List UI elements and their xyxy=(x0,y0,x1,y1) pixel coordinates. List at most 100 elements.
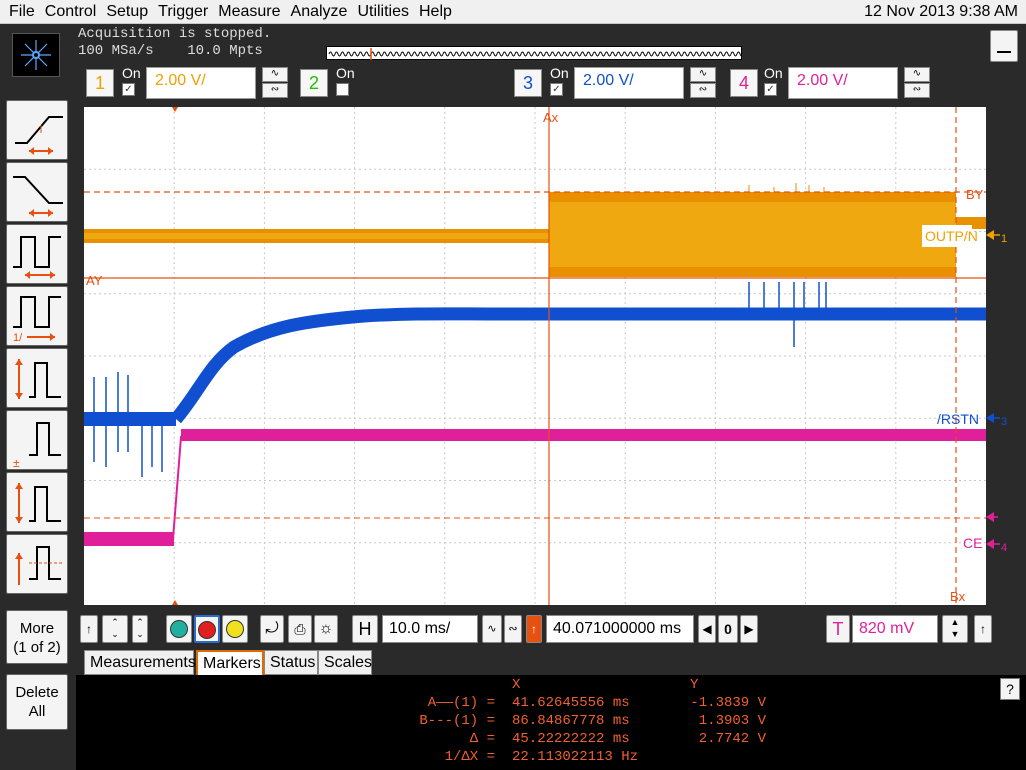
channel-1-checkbox[interactable]: ✓ xyxy=(122,83,135,96)
color-red-button[interactable] xyxy=(194,615,220,643)
marker-header-x: X xyxy=(512,677,521,693)
menu-utilities[interactable]: Utilities xyxy=(352,3,414,21)
marker-up-icon[interactable]: ↑ xyxy=(80,615,98,643)
fine-coarse-icon[interactable]: ∿ xyxy=(482,615,502,643)
channel-4-button[interactable]: 4 xyxy=(730,69,758,97)
top-measure-button[interactable]: ± xyxy=(6,410,68,470)
waveform-display[interactable]: Ax AY BY Bx OUTP/N /RSTN CE T xyxy=(84,107,986,605)
color-cyan-button[interactable] xyxy=(166,615,192,643)
ground-markers: 1 3 4 xyxy=(986,230,1007,554)
marker-row-a-y: -1.3839 V xyxy=(690,695,766,711)
channel-3-coupling[interactable]: ∿ ∾ xyxy=(690,67,718,99)
delay-right-button[interactable]: ▶ xyxy=(740,615,758,643)
more-measurements-button[interactable]: More (1 of 2) xyxy=(6,610,68,664)
channel-4-checkbox[interactable]: ✓ xyxy=(764,83,777,96)
marker-ay-label: AY xyxy=(86,273,103,288)
marker-row-b-y: 1.3903 V xyxy=(698,713,766,729)
channel-1-scale[interactable]: 2.00 V/ xyxy=(146,67,256,99)
marker-row-delta-label: Δ = xyxy=(469,731,495,747)
delay-left-button[interactable]: ◀ xyxy=(698,615,716,643)
coupling-dc-icon[interactable]: ∾ xyxy=(904,83,930,98)
fall-time-measure-button[interactable] xyxy=(6,162,68,222)
period-measure-button[interactable] xyxy=(6,224,68,284)
marker-updown-button[interactable]: ⌃ ⌄ xyxy=(102,615,128,643)
channel-3-button[interactable]: 3 xyxy=(514,69,542,97)
menu-measure[interactable]: Measure xyxy=(213,3,285,21)
marker-step-button[interactable]: ⌃ ⌄ xyxy=(132,615,148,643)
tab-scales[interactable]: Scales xyxy=(318,650,372,675)
menu-control[interactable]: Control xyxy=(40,3,102,21)
channel-1-on-label: On xyxy=(122,65,141,81)
marker-row-delta-y: 2.7742 V xyxy=(698,731,766,747)
svg-text:3: 3 xyxy=(1001,416,1007,428)
autoscale-icon[interactable]: ⤾ xyxy=(260,615,284,643)
coupling-dc-icon[interactable]: ∾ xyxy=(262,83,288,98)
channel-4-coupling[interactable]: ∿ ∾ xyxy=(904,67,932,99)
channel-3-ground-icon[interactable]: 3 xyxy=(986,413,1007,428)
channel-1-coupling[interactable]: ∿ ∾ xyxy=(262,67,290,99)
color-yellow-button[interactable] xyxy=(222,615,248,643)
marker-ax-label: Ax xyxy=(543,110,559,125)
logo-icon[interactable] xyxy=(12,33,60,77)
coupling-ac-icon[interactable]: ∿ xyxy=(904,67,930,82)
display-brightness-icon[interactable]: ☼ xyxy=(314,615,338,643)
trigger-level-icon[interactable] xyxy=(986,512,998,522)
channel-3-label: /RSTN xyxy=(937,411,979,427)
tab-markers[interactable]: Markers xyxy=(196,650,264,675)
channel-2-button[interactable]: 2 xyxy=(300,69,328,97)
delete-all-button[interactable]: Delete All xyxy=(6,674,68,730)
channel-4-scale[interactable]: 2.00 V/ xyxy=(788,67,898,99)
average-measure-button[interactable] xyxy=(6,534,68,594)
trigger-level-field[interactable]: 820 mV xyxy=(852,615,938,643)
tab-measurements[interactable]: Measurements xyxy=(84,650,196,675)
timebase-field[interactable]: 10.0 ms/ xyxy=(382,615,478,643)
menu-file[interactable]: File xyxy=(0,3,40,21)
channel-3-group: 3 On ✓ 2.00 V/ ∿ ∾ xyxy=(512,65,742,101)
channel-4-ground-icon[interactable]: 4 xyxy=(986,539,1007,554)
marker-bx-label: Bx xyxy=(950,589,966,604)
delay-field[interactable]: 40.071000000 ms xyxy=(546,615,694,643)
channel-2-checkbox[interactable] xyxy=(336,83,349,96)
channel-2-group: 2 On xyxy=(298,65,358,101)
svg-text:1: 1 xyxy=(1001,233,1007,245)
menu-help[interactable]: Help xyxy=(414,3,457,21)
menu-setup[interactable]: Setup xyxy=(101,3,153,21)
tab-status[interactable]: Status xyxy=(264,650,318,675)
channel-3-checkbox[interactable]: ✓ xyxy=(550,83,563,96)
wave-mode-icon[interactable]: ∾ xyxy=(504,615,522,643)
channel-2-on-label: On xyxy=(336,65,355,81)
channel-3-on-label: On xyxy=(550,65,569,81)
channel-4-on-label: On xyxy=(764,65,783,81)
delay-center-button[interactable]: 0 xyxy=(718,615,738,643)
minimize-button[interactable] xyxy=(990,30,1018,62)
print-icon[interactable]: ⎙ xyxy=(288,615,312,643)
channel-1-ground-icon[interactable]: 1 xyxy=(986,230,1007,245)
trigger-level-updown[interactable]: ▲ ▼ xyxy=(942,615,968,643)
marker-by-label: BY xyxy=(966,187,984,202)
coupling-ac-icon[interactable]: ∿ xyxy=(690,67,716,82)
svg-text:4: 4 xyxy=(1001,542,1007,554)
trigger-up-icon[interactable]: ↑ xyxy=(974,615,992,643)
marker-header-y: Y xyxy=(690,677,699,693)
help-button[interactable]: ? xyxy=(1000,678,1020,700)
coupling-ac-icon[interactable]: ∿ xyxy=(262,67,288,82)
menu-trigger[interactable]: Trigger xyxy=(153,3,213,21)
amplitude-measure-button[interactable] xyxy=(6,348,68,408)
frequency-measure-button[interactable]: 1/ xyxy=(6,286,68,346)
coupling-dc-icon[interactable]: ∾ xyxy=(690,83,716,98)
marker-row-b-label: B---(1) = xyxy=(419,713,495,729)
channel-3-scale[interactable]: 2.00 V/ xyxy=(574,67,684,99)
svg-text:±: ± xyxy=(13,456,20,470)
horizontal-button[interactable]: H xyxy=(352,615,378,643)
channel-4-group: 4 On ✓ 2.00 V/ ∿ ∾ xyxy=(728,65,958,101)
vpp-measure-button[interactable] xyxy=(6,472,68,532)
delay-marker-icon[interactable]: ↑ xyxy=(526,615,542,643)
waveform-navigator[interactable] xyxy=(326,46,744,60)
channel-1-group: 1 On ✓ 2.00 V/ ∿ ∾ xyxy=(84,65,314,101)
menu-analyze[interactable]: Analyze xyxy=(286,3,353,21)
marker-row-inverse-label: 1/ΔX = xyxy=(444,749,495,765)
channel-4-label: CE xyxy=(963,535,982,551)
trigger-button[interactable]: T xyxy=(826,615,850,643)
rise-time-measure-button[interactable] xyxy=(6,100,68,160)
channel-1-button[interactable]: 1 xyxy=(86,69,114,97)
